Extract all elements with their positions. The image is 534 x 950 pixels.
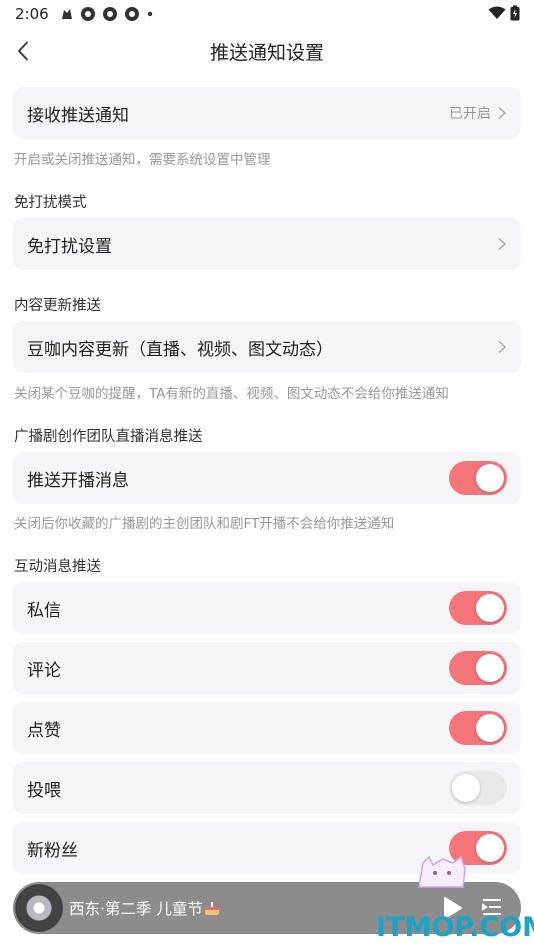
broadcast-hint: 关闭后你收藏的广播剧的主创团队和剧FT开播不会给你推送通知 <box>14 516 395 532</box>
feed-toggle[interactable] <box>449 771 507 805</box>
notification-icons <box>60 6 154 22</box>
broadcast-live-toggle[interactable] <box>449 461 507 495</box>
watermark: ITMOP.COM <box>376 912 534 943</box>
interaction-row-message: 私信 <box>13 582 521 634</box>
toggle-knob <box>476 654 504 682</box>
broadcast-section-title: 广播剧创作团队直播消息推送 <box>14 429 203 445</box>
header: 推送通知设置 <box>0 28 534 76</box>
toggle-knob <box>476 464 504 492</box>
status-bar: 2:06 <box>0 0 534 28</box>
more-dot-icon <box>147 11 153 17</box>
status-time: 2:06 <box>15 5 49 23</box>
toggle-knob <box>476 714 504 742</box>
content-update-label: 豆咖内容更新（直播、视频、图文动态） <box>27 339 333 360</box>
toggle-knob <box>452 774 480 802</box>
dnd-settings-row[interactable]: 免打扰设置 <box>13 218 521 270</box>
receive-push-row[interactable]: 接收推送通知 已开启 <box>13 87 521 139</box>
broadcast-live-row: 推送开播消息 <box>13 452 521 504</box>
like-toggle[interactable] <box>449 711 507 745</box>
player-track-title: 西东·第二季 儿童节 <box>69 900 203 918</box>
system-icons <box>488 5 520 21</box>
toggle-knob <box>476 834 504 862</box>
app-notification-icon <box>62 9 72 19</box>
interaction-label-like: 点赞 <box>27 720 61 741</box>
interaction-label-comment: 评论 <box>27 660 61 681</box>
receive-push-hint: 开启或关闭推送通知，需要系统设置中管理 <box>14 152 271 168</box>
page-title: 推送通知设置 <box>209 42 324 64</box>
toggle-knob <box>476 594 504 622</box>
chevron-right-icon <box>498 340 507 354</box>
message-toggle[interactable] <box>449 591 507 625</box>
notification-icon <box>103 7 117 21</box>
dnd-section-title: 免打扰模式 <box>14 195 87 211</box>
interaction-section-title: 互动消息推送 <box>14 559 101 575</box>
broadcast-live-label: 推送开播消息 <box>27 470 129 491</box>
receive-push-status: 已开启 <box>449 106 491 122</box>
comment-toggle[interactable] <box>449 651 507 685</box>
interaction-row-comment: 评论 <box>13 642 521 694</box>
content-update-hint: 关闭某个豆咖的提醒，TA有新的直播、视频、图文动态不会给你推送通知 <box>14 386 449 402</box>
notification-icon <box>125 7 139 21</box>
album-disc-icon <box>15 884 63 932</box>
content-update-row[interactable]: 豆咖内容更新（直播、视频、图文动态） <box>13 321 521 373</box>
wifi-icon <box>488 6 506 19</box>
content-update-section-title: 内容更新推送 <box>14 298 101 314</box>
receive-push-label: 接收推送通知 <box>27 105 129 126</box>
interaction-label-message: 私信 <box>27 600 61 621</box>
cake-icon <box>205 902 219 915</box>
interaction-row-like: 点赞 <box>13 702 521 754</box>
chevron-right-icon <box>498 106 507 120</box>
battery-icon <box>510 5 520 21</box>
chevron-right-icon <box>498 237 507 251</box>
dnd-settings-label: 免打扰设置 <box>27 236 112 257</box>
interaction-row-feed: 投喂 <box>13 762 521 814</box>
mascot-sticker-icon <box>418 855 466 888</box>
notification-icon <box>81 7 95 21</box>
interaction-label-feed: 投喂 <box>27 780 61 801</box>
